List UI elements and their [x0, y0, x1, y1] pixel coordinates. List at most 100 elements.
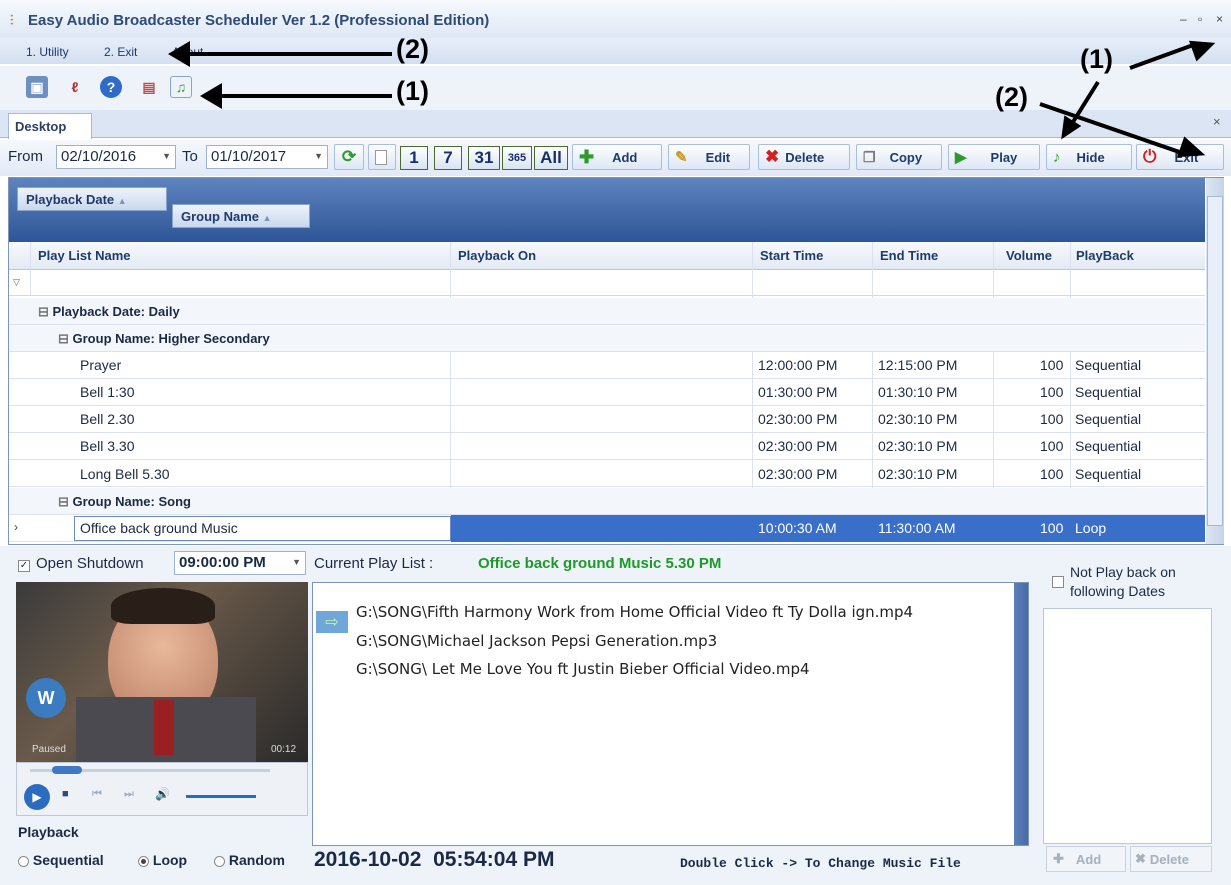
refresh-button[interactable]: ⟳: [334, 144, 364, 170]
group-chip-group-name[interactable]: Group Name ▲: [172, 204, 310, 228]
col-playlist-name[interactable]: Play List Name: [38, 248, 131, 263]
row-playback: Sequential: [1075, 384, 1142, 400]
day-31-button[interactable]: 31: [468, 146, 500, 170]
chevron-down-icon: ▼: [162, 151, 171, 161]
collapse-icon[interactable]: ⊟: [38, 304, 53, 319]
delete-button[interactable]: ✖ Delete: [758, 144, 850, 170]
play-pause-icon[interactable]: ▶: [24, 784, 50, 810]
table-row[interactable]: [9, 460, 1205, 487]
music-note-icon[interactable]: ♫: [170, 76, 192, 98]
plus-icon: ✚: [1053, 851, 1064, 866]
edit-button[interactable]: ✎ Edit: [668, 144, 750, 170]
group-chip-label: Group Name: [181, 209, 260, 224]
radio-selected-icon: [138, 855, 149, 867]
group-chip-playback-date[interactable]: Playback Date ▲: [17, 187, 167, 211]
row-start: 02:30:00 PM: [758, 438, 838, 454]
row-start: 10:00:30 AM: [758, 520, 837, 536]
volume-icon[interactable]: 🔊: [155, 787, 170, 801]
play-label: Play: [990, 149, 1018, 165]
from-date-picker[interactable]: 02/10/2016 ▼: [56, 145, 176, 169]
from-label: From: [8, 148, 43, 165]
tab-desktop[interactable]: Desktop: [8, 113, 92, 139]
group-row-song-label: ⊟ Group Name: Song: [58, 494, 191, 510]
hide-button[interactable]: ♪ Hide: [1046, 144, 1132, 170]
playlist-files[interactable]: [312, 582, 1029, 846]
minimize-icon[interactable]: –: [1180, 12, 1187, 26]
mode-random-radio[interactable]: Random: [214, 852, 285, 868]
row-end: 02:30:10 PM: [878, 466, 958, 482]
help-icon[interactable]: ?: [100, 76, 122, 98]
row-name: Bell 1:30: [80, 384, 135, 400]
id-card-icon[interactable]: ▤: [138, 76, 160, 98]
sort-up-icon: ▲: [262, 213, 272, 223]
copy-button[interactable]: ❐ Copy: [856, 144, 942, 170]
not-play-checkbox[interactable]: [1052, 573, 1064, 588]
col-playback[interactable]: PlayBack: [1076, 248, 1134, 263]
copy-icon: ❐: [863, 148, 876, 165]
monitor-icon[interactable]: ▣: [26, 76, 48, 98]
volume-slider[interactable]: [186, 795, 256, 798]
col-playback-on[interactable]: Playback On: [458, 248, 536, 263]
playlist-scrollbar[interactable]: [1014, 583, 1028, 845]
mode-random-label: Random: [228, 852, 285, 868]
day-7-button[interactable]: 7: [434, 146, 462, 170]
col-end-time[interactable]: End Time: [880, 248, 938, 263]
play-button[interactable]: ▶ Play: [948, 144, 1040, 170]
blank-page-button[interactable]: [368, 144, 396, 170]
group-row-date[interactable]: [9, 298, 1205, 325]
filter-row[interactable]: [9, 270, 1205, 296]
grid-scroll-thumb[interactable]: [1207, 196, 1223, 526]
col-volume[interactable]: Volume: [1006, 248, 1052, 263]
mode-sequential-radio[interactable]: Sequential: [18, 852, 104, 868]
menu-utility[interactable]: 1. Utility: [26, 45, 69, 59]
dates-delete-label: Delete: [1149, 851, 1189, 867]
menu-exit[interactable]: 2. Exit: [104, 45, 137, 59]
row-start: 01:30:00 PM: [758, 384, 838, 400]
playlist-file[interactable]: G:\SONG\Fifth Harmony Work from Home Off…: [356, 603, 913, 621]
next-icon[interactable]: ⏭: [124, 788, 134, 801]
day-all-button[interactable]: All: [534, 146, 568, 170]
stop-icon[interactable]: ■: [62, 788, 69, 800]
group-date-text: Playback Date: Daily: [52, 304, 180, 319]
open-shutdown-checkbox[interactable]: ✓: [18, 557, 30, 572]
filter-icon[interactable]: ▽: [13, 277, 20, 288]
col-start-time[interactable]: Start Time: [760, 248, 823, 263]
row-name: Bell 3.30: [80, 438, 135, 454]
add-button[interactable]: ✚ Add: [572, 144, 662, 170]
dates-delete-button[interactable]: ✖ Delete: [1130, 846, 1212, 872]
row-name: Bell 2.30: [80, 411, 135, 427]
video-preview[interactable]: W Paused 00:12: [16, 582, 308, 762]
radio-icon: [214, 855, 225, 867]
row-start: 02:30:00 PM: [758, 466, 838, 482]
previous-icon[interactable]: ⏮: [92, 788, 102, 801]
playlist-file[interactable]: G:\SONG\Michael Jackson Pepsi Generation…: [356, 632, 717, 650]
to-date-picker[interactable]: 01/10/2017 ▼: [206, 145, 328, 169]
seek-thumb[interactable]: [52, 766, 82, 774]
excluded-dates-list[interactable]: [1043, 608, 1212, 844]
table-row[interactable]: [9, 406, 1205, 433]
row-volume: 100: [1040, 357, 1064, 373]
add-label: Add: [612, 149, 638, 165]
row-end: 01:30:10 PM: [878, 384, 958, 400]
row-name: Long Bell 5.30: [80, 466, 170, 482]
hair-shape: [111, 588, 215, 624]
playlist-file[interactable]: G:\SONG\ Let Me Love You ft Justin Biebe…: [356, 660, 810, 678]
shutdown-time-value: 09:00:00 PM: [179, 554, 266, 571]
restore-icon[interactable]: ▫: [1198, 12, 1202, 26]
tab-close-icon[interactable]: ×: [1213, 114, 1221, 129]
delete-x-icon: ✖: [765, 147, 780, 166]
mode-loop-radio[interactable]: Loop: [138, 852, 187, 868]
collapse-icon[interactable]: ⊟: [58, 331, 73, 346]
row-volume: 100: [1040, 411, 1064, 427]
dates-add-button[interactable]: ✚ Add: [1046, 846, 1126, 872]
day-1-button[interactable]: 1: [400, 146, 428, 170]
table-row[interactable]: [9, 433, 1205, 460]
java-icon[interactable]: ℓ: [64, 76, 86, 98]
close-icon[interactable]: ×: [1216, 12, 1223, 26]
hide-label: Hide: [1076, 149, 1105, 165]
collapse-icon[interactable]: ⊟: [58, 494, 73, 509]
table-row[interactable]: [9, 352, 1205, 379]
day-365-button[interactable]: 365: [502, 146, 532, 170]
shutdown-time-picker[interactable]: 09:00:00 PM ▼: [174, 551, 306, 575]
table-row[interactable]: [9, 379, 1205, 406]
